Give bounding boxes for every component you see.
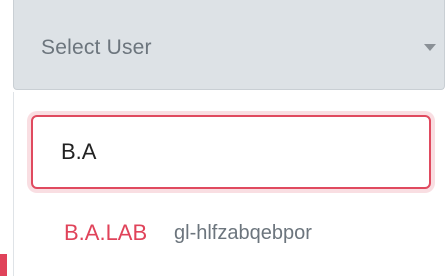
left-accent-bar	[0, 254, 7, 276]
caret-down-icon[interactable]	[424, 44, 436, 51]
user-select[interactable]: Select User	[13, 0, 445, 90]
dropdown-option[interactable]: B.A.LAB gl-hlfzabqebpor	[13, 212, 445, 260]
search-input[interactable]	[31, 115, 431, 189]
option-label: B.A.LAB	[64, 220, 148, 245]
select-placeholder: Select User	[41, 36, 152, 59]
user-select-widget: Select User B.A.LAB gl-hlfzabqebpor	[0, 0, 445, 276]
option-sublabel: gl-hlfzabqebpor	[174, 222, 312, 244]
